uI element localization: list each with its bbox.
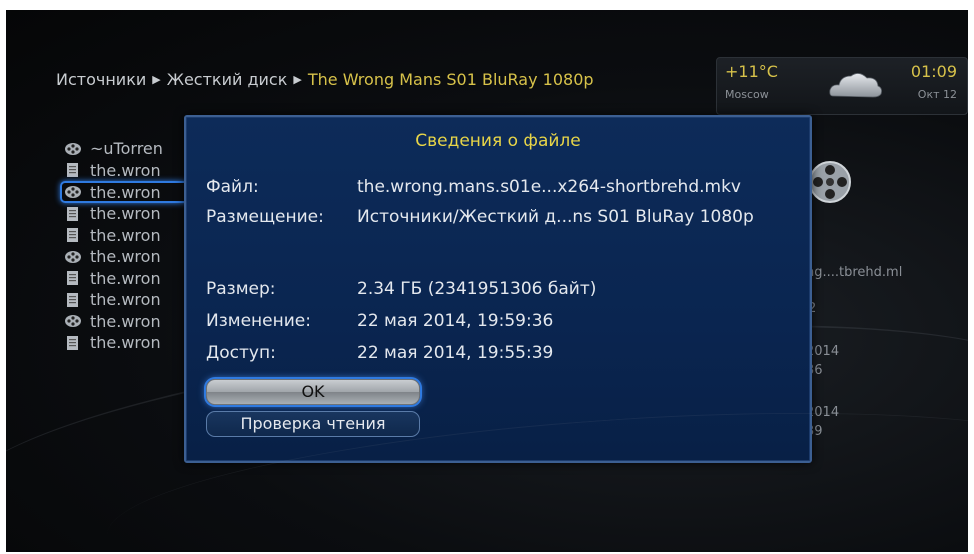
access-value: 22 мая 2014, 19:55:39 [357, 343, 554, 363]
read-check-button[interactable]: Проверка чтения [206, 411, 420, 437]
breadcrumb-item-hard-drive[interactable]: Жесткий диск [167, 70, 288, 89]
document-icon [67, 292, 78, 307]
breadcrumb-arrow-icon: ▶ [152, 73, 161, 86]
film-reel-preview-icon [809, 161, 851, 203]
breadcrumb-arrow-icon: ▶ [293, 73, 302, 86]
clock-time: 01:09 [910, 62, 957, 81]
modified-label: Изменение: [206, 311, 311, 331]
preview-filename: ng....tbrehd.ml [806, 265, 903, 280]
document-icon [67, 335, 78, 350]
status-box: +11°C Moscow 01:09 Окт 12 [716, 57, 968, 115]
list-item-label: ~uTorren [90, 139, 163, 159]
location-value: Источники/Жесткий д...ns S01 BluRay 1080… [357, 207, 754, 227]
dialog-title: Сведения о файле [415, 131, 581, 151]
list-item-label: the.wron [90, 333, 161, 353]
breadcrumb-item-sources[interactable]: Источники [56, 70, 146, 89]
list-item-label: the.wron [90, 204, 161, 224]
location-label: Размещение: [206, 207, 324, 227]
city: Moscow [725, 88, 769, 101]
film-reel-icon [65, 142, 81, 155]
size-label: Размер: [206, 279, 276, 299]
file-value: the.wrong.mans.s01e...x264-shortbrehd.mk… [357, 177, 741, 197]
film-reel-icon [65, 186, 81, 198]
list-item-label: the.wron [90, 182, 161, 202]
document-icon [67, 228, 78, 243]
cloud-icon [829, 73, 882, 98]
list-item-label: the.wron [90, 225, 161, 245]
film-reel-icon [65, 315, 81, 328]
modified-value: 22 мая 2014, 19:59:36 [357, 311, 554, 331]
list-item-label: the.wron [90, 160, 161, 180]
list-item-label: the.wron [90, 268, 161, 288]
ok-button[interactable]: OK [206, 379, 420, 405]
list-item-label: the.wron [90, 290, 161, 310]
file-label: Файл: [206, 177, 259, 197]
list-item-label: the.wron [90, 247, 161, 267]
preview-time-2: 39 [806, 424, 823, 439]
breadcrumb-item-current-folder: The Wrong Mans S01 BluRay 1080p [307, 70, 594, 89]
media-player-screen: Источники ▶ Жесткий диск ▶ The Wrong Man… [6, 10, 968, 552]
access-label: Доступ: [206, 343, 276, 363]
temperature: +11°C [725, 62, 778, 81]
file-info-dialog: Сведения о файле Файл: the.wrong.mans.s0… [184, 115, 812, 463]
document-icon [67, 163, 78, 178]
film-reel-icon [65, 250, 81, 263]
breadcrumb: Источники ▶ Жесткий диск ▶ The Wrong Man… [56, 70, 594, 89]
document-icon [67, 271, 78, 286]
clock-date: Окт 12 [917, 88, 957, 101]
list-item-label: the.wron [90, 311, 161, 331]
size-value: 2.34 ГБ (2341951306 байт) [357, 279, 597, 299]
document-icon [67, 206, 78, 221]
